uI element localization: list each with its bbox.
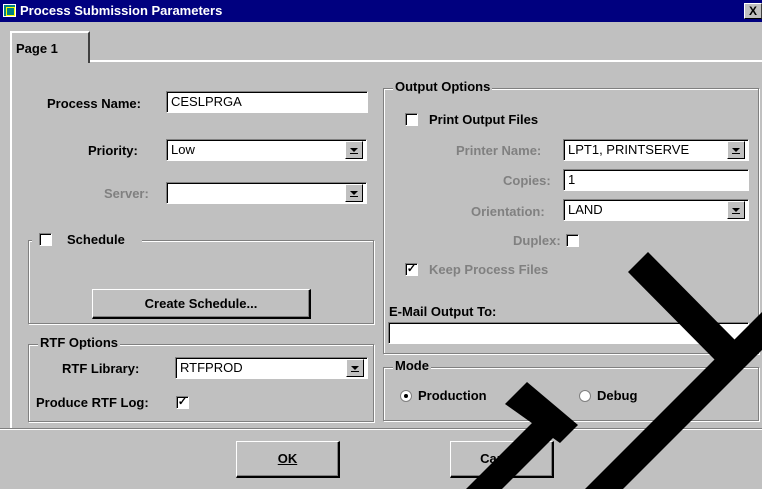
- server-select[interactable]: [166, 182, 367, 204]
- ok-button[interactable]: OK: [236, 441, 340, 478]
- rtf-options-legend: RTF Options: [38, 335, 120, 350]
- priority-label: Priority:: [88, 143, 138, 158]
- create-schedule-button[interactable]: Create Schedule...: [92, 289, 311, 319]
- orientation-select[interactable]: LAND: [563, 199, 749, 221]
- priority-value: Low: [171, 142, 195, 157]
- copies-label: Copies:: [503, 173, 551, 188]
- tab-page-1[interactable]: Page 1: [10, 31, 90, 63]
- rtf-library-select[interactable]: RTFPROD: [175, 357, 368, 379]
- rtf-library-value: RTFPROD: [180, 360, 243, 375]
- server-label: Server:: [104, 186, 149, 201]
- schedule-label: Schedule: [67, 232, 125, 247]
- process-name-label: Process Name:: [47, 96, 141, 111]
- chevron-down-icon[interactable]: [345, 184, 363, 202]
- process-name-field[interactable]: CESLPRGA: [166, 91, 368, 113]
- rtf-options-group: [28, 344, 374, 422]
- close-button[interactable]: X: [744, 3, 762, 19]
- debug-radio[interactable]: [579, 390, 591, 402]
- print-output-label: Print Output Files: [429, 112, 539, 127]
- duplex-label: Duplex:: [513, 233, 561, 248]
- duplex-checkbox[interactable]: [566, 234, 579, 247]
- keep-process-files-label: Keep Process Files: [429, 262, 549, 277]
- printer-name-select[interactable]: LPT1, PRINTSERVE: [563, 139, 749, 161]
- ok-label: OK: [277, 451, 298, 466]
- divider-highlight: [0, 429, 762, 430]
- produce-rtf-log-label: Produce RTF Log:: [36, 395, 149, 410]
- email-output-label: E-Mail Output To:: [389, 304, 497, 319]
- keep-process-files-checkbox[interactable]: ✓: [405, 263, 418, 276]
- app-icon: [3, 4, 16, 17]
- output-options-legend: Output Options: [393, 79, 493, 94]
- mode-legend: Mode: [393, 358, 431, 373]
- title-bar[interactable]: Process Submission Parameters X: [0, 0, 762, 22]
- chevron-down-icon[interactable]: [345, 141, 363, 159]
- chevron-down-icon[interactable]: [346, 359, 364, 377]
- priority-select[interactable]: Low: [166, 139, 367, 161]
- print-output-checkbox[interactable]: [405, 113, 418, 126]
- chevron-down-icon[interactable]: [727, 141, 745, 159]
- create-schedule-label: Create Schedule...: [144, 296, 258, 311]
- cancel-label: Cancel: [480, 451, 523, 466]
- debug-label: Debug: [597, 388, 638, 403]
- email-output-field[interactable]: [388, 322, 749, 344]
- schedule-header: Schedule: [32, 231, 142, 249]
- chevron-down-icon[interactable]: [727, 201, 745, 219]
- schedule-checkbox[interactable]: [39, 233, 52, 246]
- orientation-label: Orientation:: [471, 204, 545, 219]
- cancel-button[interactable]: Cancel: [450, 441, 554, 478]
- produce-rtf-log-checkbox[interactable]: ✓: [176, 396, 189, 409]
- production-radio[interactable]: [400, 390, 412, 402]
- copies-field[interactable]: 1: [563, 169, 749, 191]
- orientation-value: LAND: [568, 202, 603, 217]
- window-title: Process Submission Parameters: [20, 3, 223, 18]
- production-label: Production: [418, 388, 487, 403]
- rtf-library-label: RTF Library:: [62, 361, 140, 376]
- printer-name-label: Printer Name:: [456, 143, 542, 158]
- printer-name-value: LPT1, PRINTSERVE: [568, 142, 690, 157]
